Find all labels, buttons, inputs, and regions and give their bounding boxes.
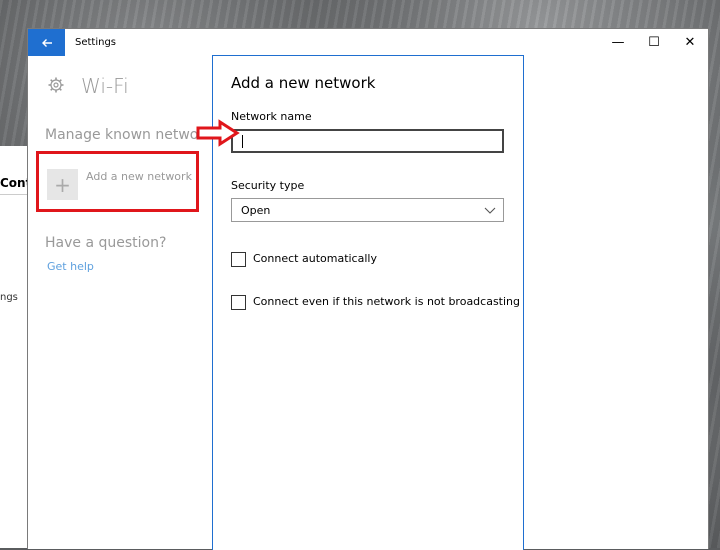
network-name-input[interactable]: [231, 129, 504, 153]
page-title: Wi-Fi: [81, 74, 129, 98]
connect-automatically-label[interactable]: Connect automatically: [253, 252, 377, 265]
security-type-label: Security type: [231, 179, 305, 192]
network-name-label: Network name: [231, 110, 312, 123]
background-divider: [0, 194, 30, 195]
section-heading: Manage known netwo: [45, 127, 199, 143]
back-button[interactable]: [28, 29, 65, 56]
connect-hidden-checkbox[interactable]: [231, 295, 246, 310]
window-title: Settings: [75, 37, 117, 48]
question-heading: Have a question?: [45, 235, 167, 251]
annotation-highlight-box: [36, 151, 199, 212]
close-button[interactable]: ✕: [672, 29, 708, 56]
add-network-dialog: Add a new network Network name Security …: [212, 55, 524, 550]
chevron-down-icon: [484, 207, 496, 214]
connect-automatically-checkbox[interactable]: [231, 252, 246, 267]
dialog-title: Add a new network: [231, 74, 376, 92]
settings-window: Settings — ☐ ✕ Wi-Fi Manage known netwo …: [27, 28, 709, 550]
background-link[interactable]: ngs: [0, 292, 18, 303]
back-arrow-icon: [41, 38, 52, 47]
text-caret: [242, 135, 243, 148]
minimize-button[interactable]: —: [600, 29, 636, 56]
security-type-dropdown[interactable]: Open: [231, 198, 504, 222]
maximize-button[interactable]: ☐: [636, 29, 672, 56]
security-type-value: Open: [241, 203, 271, 217]
gear-icon: [48, 77, 64, 93]
title-bar: Settings — ☐ ✕: [28, 29, 708, 57]
connect-hidden-label[interactable]: Connect even if this network is not broa…: [253, 295, 520, 308]
red-arrow-annotation: [196, 119, 240, 147]
get-help-link[interactable]: Get help: [47, 260, 94, 273]
